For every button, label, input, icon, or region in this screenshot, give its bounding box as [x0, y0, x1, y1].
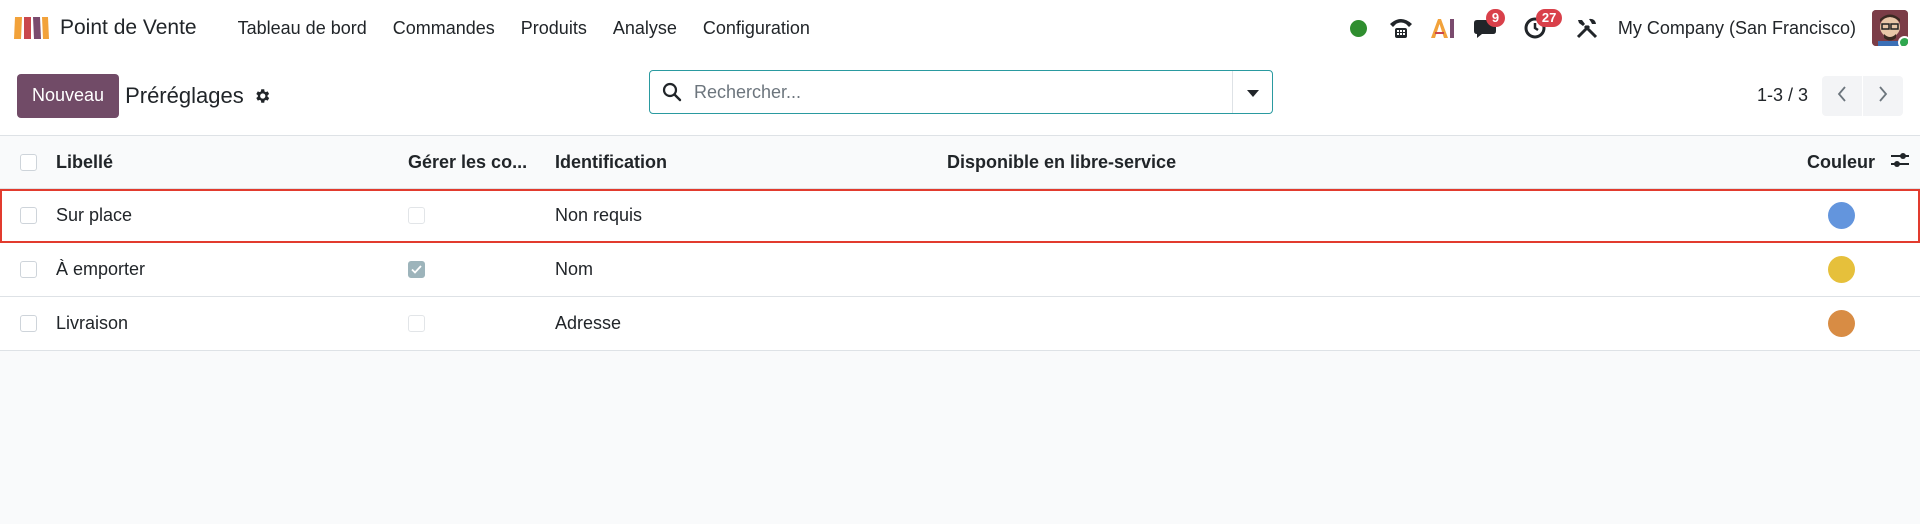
select-all-cell: [0, 153, 56, 171]
header-color[interactable]: Couleur: [1802, 152, 1880, 173]
row-manage-cell: [408, 315, 555, 332]
header-identification[interactable]: Identification: [555, 152, 947, 173]
row-label[interactable]: À emporter: [56, 259, 408, 280]
search-icon: [650, 82, 694, 102]
row-select-cell: [0, 315, 56, 332]
search-options-toggle[interactable]: [1232, 71, 1272, 113]
color-swatch[interactable]: [1827, 256, 1855, 283]
activities-clock-icon[interactable]: 27: [1520, 9, 1563, 43]
gear-icon[interactable]: [253, 87, 271, 105]
table-row[interactable]: Livraison Adresse: [0, 297, 1920, 351]
chevron-left-icon: [1837, 86, 1847, 105]
header-available[interactable]: Disponible en libre-service: [947, 152, 1802, 173]
row-manage-cell: [408, 207, 555, 224]
list-empty-area: [0, 351, 1920, 523]
activities-badge: 27: [1535, 9, 1563, 27]
pager: 1-3 / 3: [1757, 75, 1903, 116]
menu-item-products[interactable]: Produits: [508, 18, 600, 39]
manage-checkbox: [408, 207, 425, 224]
manage-checkbox: [408, 315, 425, 332]
select-all-checkbox[interactable]: [19, 153, 37, 171]
new-button[interactable]: Nouveau: [17, 73, 120, 118]
optional-columns-toggle[interactable]: [1880, 151, 1920, 174]
list-view: Libellé Gérer les co... Identification D…: [0, 136, 1920, 351]
row-identification[interactable]: Nom: [555, 259, 947, 280]
manage-checkbox: [408, 261, 425, 278]
caret-down-icon: [1246, 82, 1259, 103]
menu-item-configuration[interactable]: Configuration: [690, 18, 823, 39]
color-swatch[interactable]: [1827, 202, 1855, 229]
pager-value[interactable]: 1-3 / 3: [1757, 85, 1808, 106]
user-avatar[interactable]: [1872, 10, 1908, 46]
pager-next-button[interactable]: [1863, 75, 1903, 116]
row-select-cell: [0, 261, 56, 278]
row-color-cell: [1802, 202, 1880, 229]
search-bar: [649, 70, 1273, 114]
search-input[interactable]: [694, 71, 1232, 113]
row-label[interactable]: Livraison: [56, 313, 408, 334]
status-indicator[interactable]: [1344, 13, 1374, 43]
pos-app-icon[interactable]: [12, 13, 50, 43]
table-row[interactable]: À emporter Nom: [0, 243, 1920, 297]
main-menu: Tableau de bord Commandes Produits Analy…: [225, 18, 823, 39]
header-label[interactable]: Libellé: [56, 152, 408, 173]
row-manage-cell: [408, 261, 555, 278]
control-panel: Nouveau Préréglages 1-3 / 3: [0, 56, 1920, 136]
row-checkbox[interactable]: [19, 207, 37, 224]
table-header: Libellé Gérer les co... Identification D…: [0, 136, 1920, 189]
row-checkbox[interactable]: [19, 261, 37, 278]
messages-icon[interactable]: 9: [1470, 9, 1506, 43]
menu-item-dashboard[interactable]: Tableau de bord: [225, 18, 380, 39]
row-color-cell: [1802, 310, 1880, 337]
table-row[interactable]: Sur place Non requis: [0, 189, 1920, 243]
menu-item-orders[interactable]: Commandes: [380, 18, 508, 39]
systray: 9 27 My Company (San Francisco): [1338, 0, 1908, 56]
header-manage[interactable]: Gérer les co...: [408, 152, 555, 173]
user-online-dot: [1898, 36, 1908, 46]
menu-item-reporting[interactable]: Analyse: [600, 18, 690, 39]
app-name[interactable]: Point de Vente: [60, 16, 197, 40]
row-identification[interactable]: Adresse: [555, 313, 947, 334]
phone-icon[interactable]: [1386, 13, 1416, 43]
messages-badge: 9: [1485, 9, 1506, 27]
online-status-dot: [1350, 19, 1368, 37]
debug-tools-icon[interactable]: [1572, 13, 1602, 43]
company-switcher[interactable]: My Company (San Francisco): [1618, 18, 1856, 39]
page-title: Préréglages: [125, 82, 244, 108]
row-label[interactable]: Sur place: [56, 205, 408, 226]
top-navbar: Point de Vente Tableau de bord Commandes…: [0, 0, 1920, 56]
ai-icon[interactable]: [1428, 13, 1458, 43]
check-icon: [411, 265, 422, 274]
row-color-cell: [1802, 256, 1880, 283]
row-select-cell: [0, 207, 56, 224]
sliders-icon: [1890, 151, 1910, 174]
pager-previous-button[interactable]: [1822, 75, 1862, 116]
chevron-right-icon: [1878, 86, 1888, 105]
color-swatch[interactable]: [1827, 310, 1855, 337]
row-identification[interactable]: Non requis: [555, 205, 947, 226]
row-checkbox[interactable]: [19, 315, 37, 332]
